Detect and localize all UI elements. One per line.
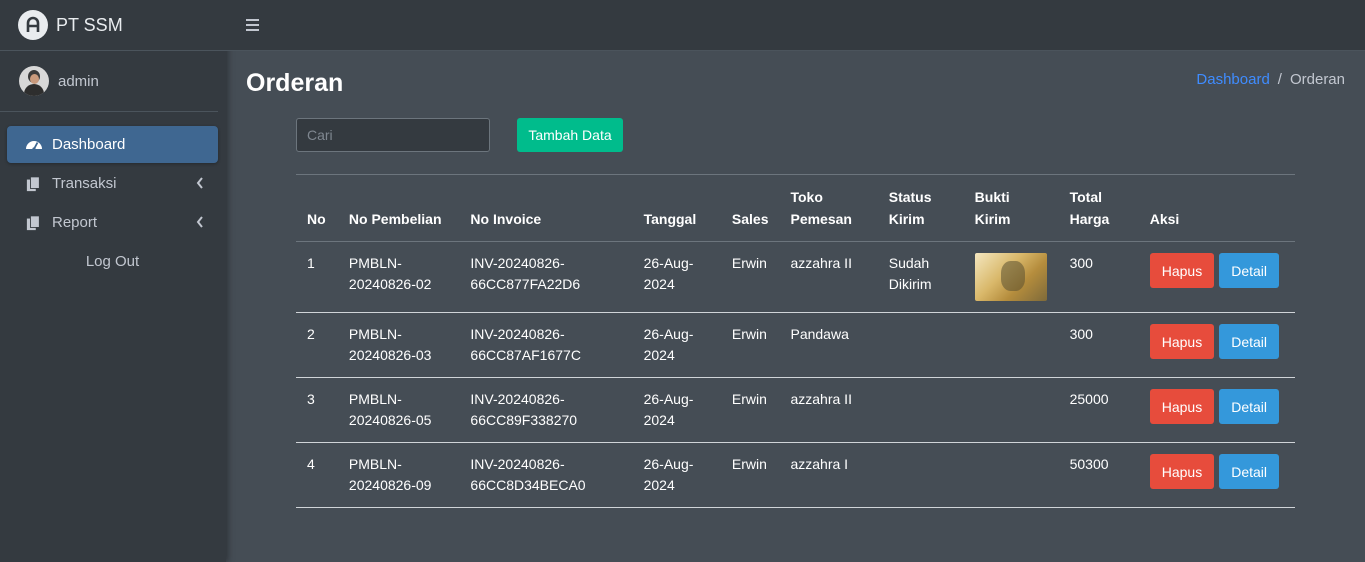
sidebar-item-label: Dashboard [52,136,126,153]
cell-no-invoice: INV-20240826-66CC89F338270 [470,391,578,428]
table-header-row: No No Pembelian No Invoice Tanggal Sales… [296,174,1295,242]
cell-bukti [964,242,1059,313]
cell-status [878,313,964,378]
detail-button[interactable]: Detail [1219,253,1279,288]
cell-no-invoice: INV-20240826-66CC87AF1677C [470,326,581,363]
sidebar-item-transaksi[interactable]: Transaksi [7,165,218,202]
page-title: Orderan [246,69,344,97]
cell-no-invoice: INV-20240826-66CC8D34BECA0 [470,456,586,493]
cell-sales: Erwin [731,326,767,342]
user-name: admin [58,72,99,90]
column-header: No [307,211,326,227]
table-row: 3 PMBLN-20240826-05 INV-20240826-66CC89F… [296,378,1295,443]
cell-total: 50300 [1069,456,1109,472]
copy-icon [25,214,43,232]
cell-tanggal: 26-Aug-2024 [643,456,694,493]
cell-no-invoice: INV-20240826-66CC877FA22D6 [470,255,581,292]
breadcrumb: Dashboard / Orderan [1196,71,1345,88]
cell-toko: azzahra II [790,255,852,271]
cell-tanggal: 26-Aug-2024 [643,255,694,292]
cell-no: 3 [307,391,315,407]
orders-table: No No Pembelian No Invoice Tanggal Sales… [296,174,1295,508]
delete-button[interactable]: Hapus [1149,389,1215,424]
cell-bukti [964,313,1059,378]
detail-button[interactable]: Detail [1219,454,1279,489]
column-header: Sales [731,211,769,227]
table-row: 1 PMBLN-20240826-02 INV-20240826-66CC877… [296,242,1295,313]
column-header: No Pembelian [348,211,442,227]
sidebar-nav: Dashboard Transaksi Report Log Out [0,112,226,280]
proof-image-thumbnail[interactable] [974,253,1047,301]
cell-total: 300 [1069,255,1093,271]
cell-toko: azzahra I [790,456,849,472]
add-data-button[interactable]: Tambah Data [517,118,623,152]
cell-sales: Erwin [731,456,767,472]
breadcrumb-current: Orderan [1289,71,1345,88]
sidebar-item-label: Report [52,214,98,231]
topbar [226,0,1365,51]
tachometer-icon [25,136,43,154]
search-input[interactable] [296,118,490,152]
column-header: Total Harga [1069,189,1110,227]
cell-sales: Erwin [731,391,767,407]
delete-button[interactable]: Hapus [1149,324,1215,359]
cell-no: 2 [307,326,315,342]
column-header: No Invoice [470,211,542,227]
breadcrumb-separator: / [1277,71,1282,88]
delete-button[interactable]: Hapus [1149,454,1215,489]
chevron-left-icon [196,216,203,228]
cell-toko: Pandawa [790,326,849,342]
cell-no: 4 [307,456,315,472]
hamburger-icon[interactable] [246,19,259,31]
cell-no-pembelian: PMBLN-20240826-02 [348,255,432,292]
cell-actions: Hapus Detail [1139,443,1295,508]
column-header: Status Kirim [888,189,932,227]
cell-actions: Hapus Detail [1139,313,1295,378]
table-row: 4 PMBLN-20240826-09 INV-20240826-66CC8D3… [296,443,1295,508]
column-header: Aksi [1149,211,1180,227]
cell-no-pembelian: PMBLN-20240826-05 [348,391,432,428]
brand-name: PT SSM [56,14,123,35]
cell-actions: Hapus Detail [1139,378,1295,443]
cell-toko: azzahra II [790,391,852,407]
table-row: 2 PMBLN-20240826-03 INV-20240826-66CC87A… [296,313,1295,378]
user-panel[interactable]: admin [0,51,218,112]
cell-status [878,443,964,508]
chevron-left-icon [196,177,203,189]
sidebar-item-report[interactable]: Report [7,204,218,241]
detail-button[interactable]: Detail [1219,389,1279,424]
detail-button[interactable]: Detail [1219,324,1279,359]
brand-link[interactable]: PT SSM [0,0,226,51]
cell-no: 1 [307,255,315,271]
sidebar: PT SSM admin Dashboard Transaksi Report [0,0,226,562]
sidebar-item-label: Log Out [85,253,140,270]
breadcrumb-home-link[interactable]: Dashboard [1196,71,1269,88]
orders-table-wrapper: No No Pembelian No Invoice Tanggal Sales… [296,174,1295,508]
cell-total: 25000 [1069,391,1109,407]
cell-total: 300 [1069,326,1093,342]
avatar [19,66,49,96]
copy-icon [25,175,43,193]
column-header: Bukti Kirim [974,189,1011,227]
cell-no-pembelian: PMBLN-20240826-09 [348,456,432,493]
cell-sales: Erwin [731,255,767,271]
cell-status [878,378,964,443]
delete-button[interactable]: Hapus [1149,253,1215,288]
cell-actions: Hapus Detail [1139,242,1295,313]
cell-bukti [964,378,1059,443]
column-header: Toko Pemesan [790,189,852,227]
main-content: Orderan Dashboard / Orderan Tambah Data … [226,51,1365,562]
cell-no-pembelian: PMBLN-20240826-03 [348,326,432,363]
sidebar-item-logout[interactable]: Log Out [7,243,218,280]
cell-tanggal: 26-Aug-2024 [643,326,694,363]
cell-bukti [964,443,1059,508]
sidebar-item-label: Transaksi [52,175,117,192]
cell-tanggal: 26-Aug-2024 [643,391,694,428]
column-header: Tanggal [643,211,697,227]
sidebar-item-dashboard[interactable]: Dashboard [7,126,218,163]
cell-status: Sudah Dikirim [888,255,932,292]
brand-logo-icon [18,10,48,40]
